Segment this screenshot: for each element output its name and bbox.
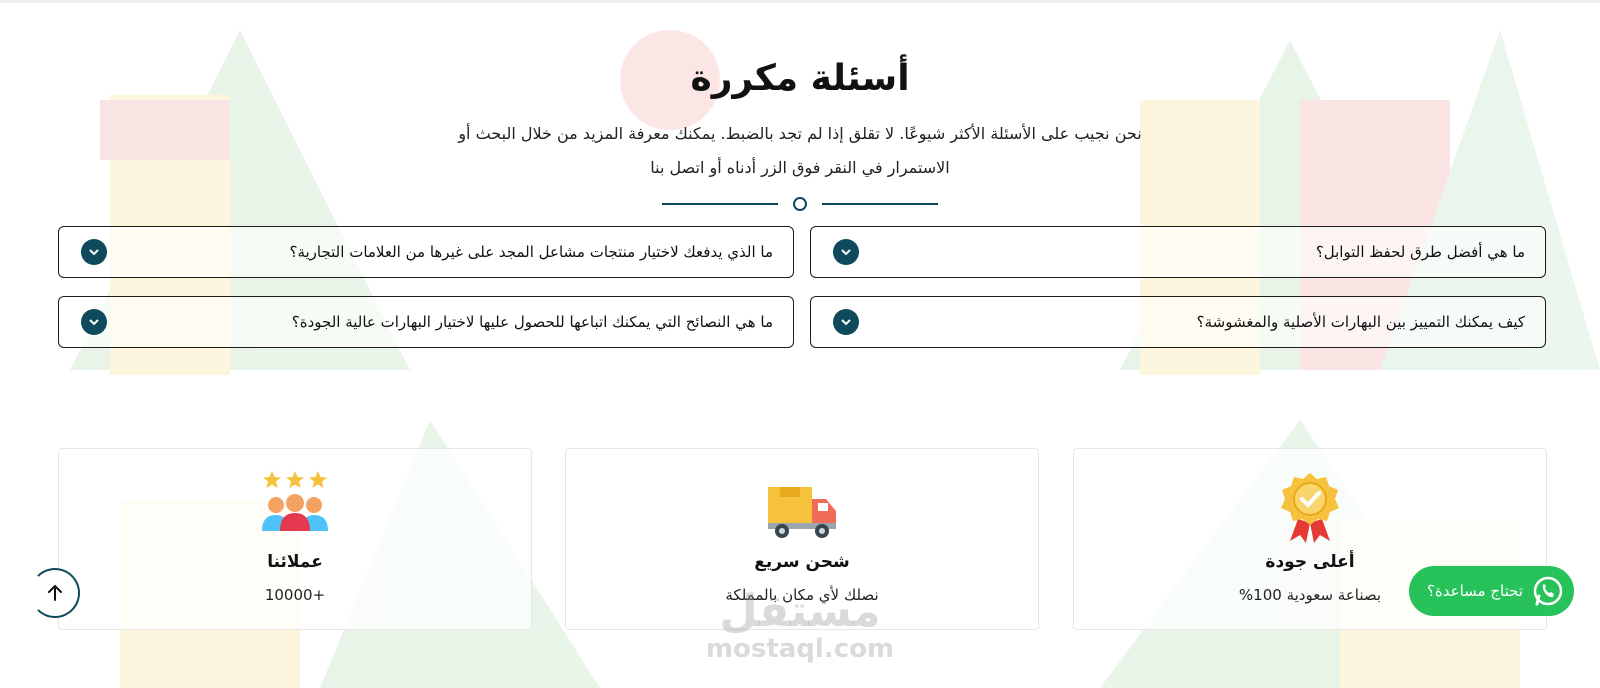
faq-subtitle: نحن نجيب على الأسئلة الأكثر شيوعًا. لا ت… [458, 124, 1142, 177]
top-border [0, 0, 1600, 3]
faq-item-authentic-vs-fake[interactable]: كيف يمكنك التمييز بين البهارات الأصلية و… [810, 296, 1546, 348]
feature-title: عملائنا [267, 552, 323, 572]
customers-stars-icon [59, 471, 531, 545]
faq-item-quality-tips[interactable]: ما هي النصائح التي يمكنك اتباعها للحصول … [58, 296, 794, 348]
chevron-down-icon[interactable] [833, 309, 859, 335]
faq-question: ما هي أفضل طرق لحفظ التوابل؟ [1315, 243, 1525, 261]
quality-medal-icon [1074, 471, 1546, 545]
arrow-up-icon [48, 585, 62, 601]
whatsapp-icon [1533, 576, 1563, 606]
whatsapp-help-button[interactable]: تحتاج مساعدة؟ [1409, 566, 1574, 616]
faq-question: ما هي النصائح التي يمكنك اتباعها للحصول … [291, 313, 773, 331]
faq-question: كيف يمكنك التمييز بين البهارات الأصلية و… [1196, 313, 1525, 331]
chevron-down-icon[interactable] [81, 309, 107, 335]
faq-title: أسئلة مكررة [690, 58, 910, 99]
section-divider [662, 197, 938, 211]
feature-title: شحن سريع [754, 552, 850, 572]
watermark: مستقل mostaql.com [705, 586, 895, 665]
faq-item-why-choose[interactable]: ما الذي يدفعك لاختيار منتجات مشاعل المجد… [58, 226, 794, 278]
chevron-down-icon[interactable] [833, 239, 859, 265]
faq-question: ما الذي يدفعك لاختيار منتجات مشاعل المجد… [289, 243, 773, 261]
chevron-down-icon[interactable] [81, 239, 107, 265]
whatsapp-label: تحتاج مساعدة؟ [1426, 582, 1523, 600]
scroll-to-top-button[interactable] [30, 568, 80, 618]
feature-desc: +10000 [264, 586, 326, 604]
faq-item-spice-storage[interactable]: ما هي أفضل طرق لحفظ التوابل؟ [810, 226, 1546, 278]
delivery-truck-icon [566, 471, 1038, 545]
feature-card-customers: عملائنا +10000 [58, 448, 532, 630]
